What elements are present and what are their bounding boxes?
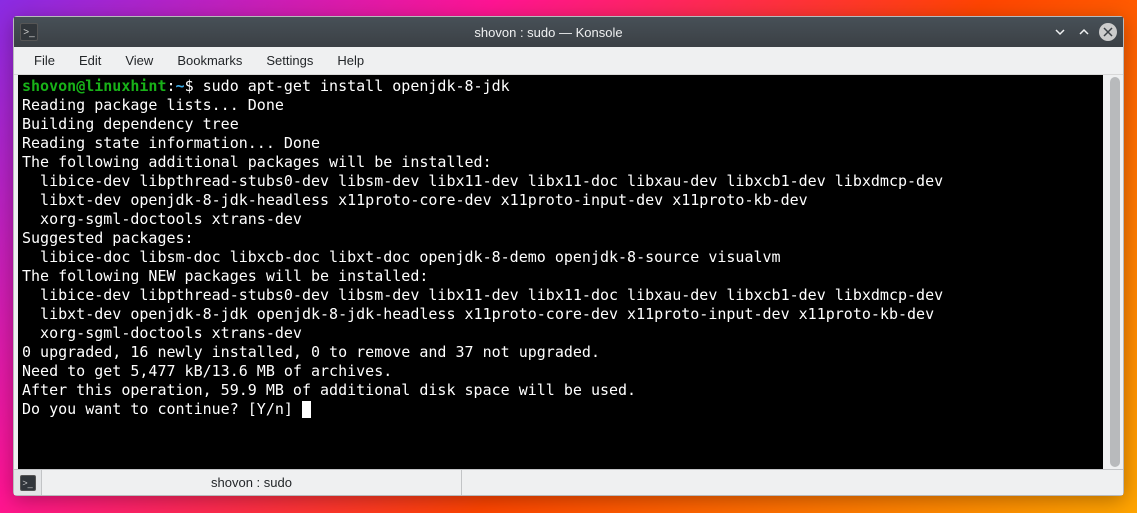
terminal-container: shovon@linuxhint:~$ sudo apt-get install…: [14, 75, 1123, 469]
chevron-up-icon: [1077, 25, 1091, 39]
cursor: [302, 401, 311, 418]
output-line: Reading state information... Done: [22, 134, 320, 152]
minimize-button[interactable]: [1051, 23, 1069, 41]
output-line: The following additional packages will b…: [22, 153, 492, 171]
menu-view[interactable]: View: [113, 49, 165, 72]
output-line: xorg-sgml-doctools xtrans-dev: [22, 210, 302, 228]
menu-edit[interactable]: Edit: [67, 49, 113, 72]
chevron-down-icon: [1053, 25, 1067, 39]
window-title: shovon : sudo — Konsole: [46, 25, 1051, 40]
scroll-thumb[interactable]: [1110, 77, 1120, 467]
prompt-user: shovon: [22, 77, 76, 95]
close-icon: [1103, 27, 1113, 37]
menu-settings[interactable]: Settings: [254, 49, 325, 72]
menu-file[interactable]: File: [22, 49, 67, 72]
close-button[interactable]: [1099, 23, 1117, 41]
tabbar: >_ shovon : sudo: [14, 469, 1123, 495]
command-text: sudo apt-get install openjdk-8-jdk: [194, 77, 510, 95]
output-line: After this operation, 59.9 MB of additio…: [22, 381, 636, 399]
output-line: libxt-dev openjdk-8-jdk openjdk-8-jdk-he…: [22, 305, 934, 323]
tab-1[interactable]: shovon : sudo: [42, 470, 462, 495]
prompt-host: linuxhint: [85, 77, 166, 95]
new-tab-button[interactable]: >_: [14, 470, 42, 495]
maximize-button[interactable]: [1075, 23, 1093, 41]
prompt-path: ~: [176, 77, 185, 95]
output-line: Do you want to continue? [Y/n]: [22, 400, 302, 418]
prompt-at: @: [76, 77, 85, 95]
terminal[interactable]: shovon@linuxhint:~$ sudo apt-get install…: [18, 75, 1103, 469]
tab-label: shovon : sudo: [211, 475, 292, 490]
prompt-colon: :: [167, 77, 176, 95]
app-icon: >_: [20, 23, 38, 41]
konsole-window: >_ shovon : sudo — Konsole File Edit Vie…: [13, 16, 1124, 496]
output-line: Suggested packages:: [22, 229, 194, 247]
scrollbar[interactable]: [1107, 75, 1123, 469]
menubar: File Edit View Bookmarks Settings Help: [14, 47, 1123, 75]
prompt-dollar: $: [185, 77, 194, 95]
titlebar[interactable]: >_ shovon : sudo — Konsole: [14, 17, 1123, 47]
output-line: The following NEW packages will be insta…: [22, 267, 428, 285]
output-line: Need to get 5,477 kB/13.6 MB of archives…: [22, 362, 392, 380]
menu-help[interactable]: Help: [325, 49, 376, 72]
output-line: xorg-sgml-doctools xtrans-dev: [22, 324, 302, 342]
output-line: libice-doc libsm-doc libxcb-doc libxt-do…: [22, 248, 781, 266]
output-line: 0 upgraded, 16 newly installed, 0 to rem…: [22, 343, 600, 361]
output-line: libice-dev libpthread-stubs0-dev libsm-d…: [22, 172, 943, 190]
terminal-icon: >_: [20, 475, 36, 491]
output-line: Reading package lists... Done: [22, 96, 284, 114]
output-line: Building dependency tree: [22, 115, 302, 133]
menu-bookmarks[interactable]: Bookmarks: [165, 49, 254, 72]
output-line: libxt-dev openjdk-8-jdk-headless x11prot…: [22, 191, 808, 209]
output-line: libice-dev libpthread-stubs0-dev libsm-d…: [22, 286, 943, 304]
window-controls: [1051, 23, 1117, 41]
